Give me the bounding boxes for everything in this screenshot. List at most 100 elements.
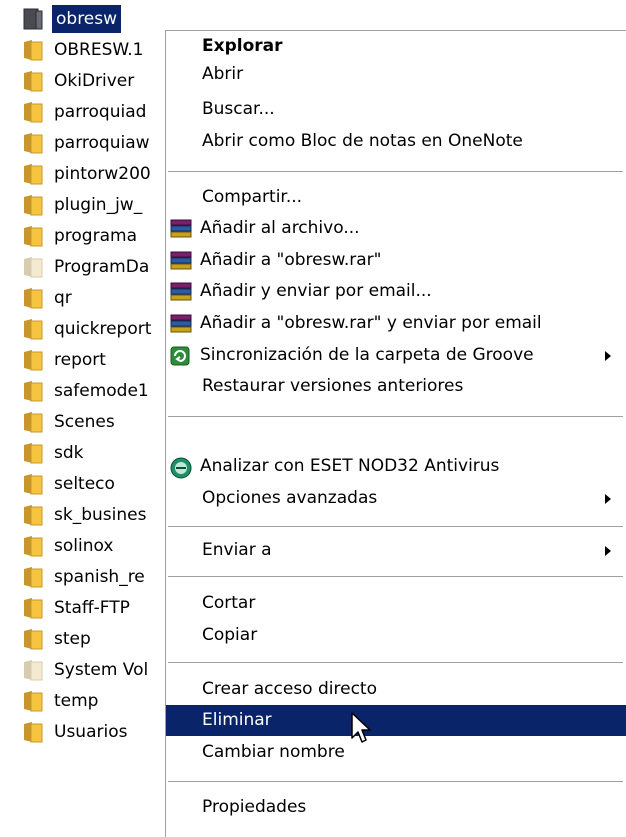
file-list-item[interactable]: safemode1 — [22, 377, 172, 405]
menu-item-eset[interactable]: Analizar con ESET NOD32 Antivirus — [166, 451, 626, 482]
file-list-item[interactable]: System Vol — [22, 656, 172, 684]
file-list-item[interactable]: sk_busines — [22, 501, 172, 529]
menu-item-add-rar[interactable]: Añadir a "obresw.rar" — [166, 245, 626, 276]
file-list-item[interactable]: spanish_re — [22, 563, 172, 591]
folder-icon — [22, 441, 48, 465]
folder-icon — [22, 100, 48, 124]
file-list-item[interactable]: plugin_jw_ — [22, 191, 172, 219]
file-list-item[interactable]: selteco — [22, 470, 172, 498]
menu-item-label: Cortar — [202, 593, 256, 613]
menu-separator — [168, 526, 623, 528]
file-list-item[interactable]: OBRESW.1 — [22, 36, 172, 64]
menu-item-label: Abrir — [202, 64, 244, 84]
file-name: selteco — [54, 474, 115, 494]
file-name: sk_busines — [54, 505, 147, 525]
menu-item-compartir[interactable]: Compartir... — [166, 182, 626, 213]
file-list-item[interactable]: Usuarios — [22, 718, 172, 746]
menu-item-label: Eliminar — [202, 710, 272, 730]
file-list-item[interactable]: OkiDriver — [22, 67, 172, 95]
file-name: plugin_jw_ — [54, 195, 143, 215]
folder-icon — [22, 689, 48, 713]
file-list: obresw OBRESW.1 OkiDriver parroquiad parroqu… — [0, 0, 170, 832]
menu-item-abrir[interactable]: Abrir — [166, 59, 626, 90]
menu-item-delete[interactable]: Eliminar — [166, 705, 626, 736]
folder-icon — [22, 658, 48, 682]
menu-separator — [168, 576, 623, 578]
menu-item-properties[interactable]: Propiedades — [166, 792, 626, 823]
chevron-right-icon — [605, 351, 611, 361]
menu-item-label: Buscar... — [202, 99, 275, 119]
menu-item-send-to[interactable]: Enviar a — [166, 535, 626, 566]
file-list-item[interactable]: Staff-FTP — [22, 594, 172, 622]
file-name: report — [54, 350, 106, 370]
file-list-item[interactable]: programa — [22, 222, 172, 250]
groove-icon — [170, 346, 190, 366]
file-name: safemode1 — [54, 381, 149, 401]
file-name: OBRESW.1 — [54, 40, 144, 60]
menu-item-copy[interactable]: Copiar — [166, 620, 626, 651]
menu-item-rename[interactable]: Cambiar nombre — [166, 737, 626, 768]
folder-icon — [22, 534, 48, 558]
menu-item-explorar[interactable]: Explorar — [166, 31, 626, 62]
file-name: Scenes — [54, 412, 115, 432]
menu-item-add-email[interactable]: Añadir y enviar por email... — [166, 276, 626, 307]
menu-item-shortcut[interactable]: Crear acceso directo — [166, 674, 626, 705]
winrar-icon — [170, 282, 192, 302]
file-name: solinox — [54, 536, 114, 556]
menu-item-buscar[interactable]: Buscar... — [166, 94, 626, 125]
file-name: temp — [54, 691, 99, 711]
menu-item-label: Añadir a "obresw.rar" — [200, 250, 382, 270]
menu-item-label: Opciones avanzadas — [202, 488, 378, 508]
menu-item-restore[interactable]: Restaurar versiones anteriores — [166, 371, 626, 402]
file-list-item[interactable]: quickreport — [22, 315, 172, 343]
file-list-item[interactable]: temp — [22, 687, 172, 715]
file-name: Usuarios — [54, 722, 128, 742]
file-name: parroquiaw — [54, 133, 150, 153]
chevron-right-icon — [605, 546, 611, 556]
file-list-item[interactable]: parroquiad — [22, 98, 172, 126]
mouse-pointer-icon — [351, 712, 377, 746]
menu-separator — [168, 781, 623, 783]
folder-icon — [22, 69, 48, 93]
menu-item-label: Añadir y enviar por email... — [200, 281, 432, 301]
menu-separator — [168, 416, 623, 418]
file-list-item[interactable]: report — [22, 346, 172, 374]
menu-item-cut[interactable]: Cortar — [166, 588, 626, 619]
folder-icon — [22, 565, 48, 589]
folder-icon — [22, 286, 48, 310]
menu-item-advanced[interactable]: Opciones avanzadas — [166, 483, 626, 514]
file-list-item[interactable]: ProgramDa — [22, 253, 172, 281]
file-list-item[interactable]: parroquiaw — [22, 129, 172, 157]
menu-item-label: Copiar — [202, 625, 258, 645]
file-list-item[interactable]: obresw — [22, 5, 172, 33]
folder-icon — [22, 224, 48, 248]
file-name: parroquiad — [54, 102, 147, 122]
file-list-item[interactable]: sdk — [22, 439, 172, 467]
menu-item-groove[interactable]: Sincronización de la carpeta de Groove — [166, 340, 626, 371]
file-name: OkiDriver — [54, 71, 135, 91]
menu-item-label: Crear acceso directo — [202, 679, 377, 699]
menu-item-label: Añadir al archivo... — [200, 218, 360, 238]
file-list-item[interactable]: Scenes — [22, 408, 172, 436]
menu-item-label: Añadir a "obresw.rar" y enviar por email — [200, 313, 542, 333]
file-name: programa — [54, 226, 137, 246]
file-name: Staff-FTP — [54, 598, 130, 618]
winrar-icon — [170, 314, 192, 334]
file-list-item[interactable]: pintorw200 — [22, 160, 172, 188]
winrar-icon — [170, 219, 192, 239]
winrar-icon — [170, 251, 192, 271]
menu-item-add-rar-email[interactable]: Añadir a "obresw.rar" y enviar por email — [166, 308, 626, 339]
menu-item-label: Enviar a — [202, 540, 272, 560]
context-menu: Explorar Abrir Buscar... Abrir como Bloc… — [165, 30, 626, 837]
file-list-item[interactable]: solinox — [22, 532, 172, 560]
file-name: step — [54, 629, 91, 649]
menu-item-label: Restaurar versiones anteriores — [202, 376, 464, 396]
folder-icon — [22, 472, 48, 496]
menu-item-onenote[interactable]: Abrir como Bloc de notas en OneNote — [166, 126, 626, 157]
folder-icon — [22, 193, 48, 217]
menu-item-add-archive[interactable]: Añadir al archivo... — [166, 213, 626, 244]
file-list-item[interactable]: step — [22, 625, 172, 653]
menu-item-label: Sincronización de la carpeta de Groove — [200, 345, 534, 365]
file-list-item[interactable]: qr — [22, 284, 172, 312]
menu-item-label: Propiedades — [202, 797, 307, 817]
